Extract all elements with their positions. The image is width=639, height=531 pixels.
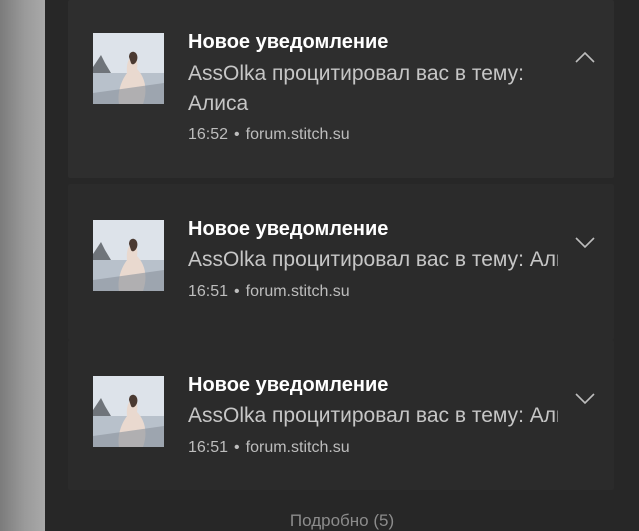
avatar-thumbnail [93,376,164,447]
chevron-down-icon[interactable] [575,392,595,405]
avatar-thumbnail [93,33,164,104]
notification-time: 16:51 [188,283,229,300]
notification-source: forum.stitch.su [245,283,350,300]
notification-meta: 16:52 • forum.stitch.su [188,126,350,144]
desktop-background [0,0,45,531]
notification-message: AssOlka процитировал вас в тему: Алиса [188,248,558,271]
more-notifications-link[interactable]: Подробно (5) [45,511,639,531]
separator-dot: • [234,126,240,143]
notification-source: forum.stitch.su [245,126,350,143]
notification-meta: 16:51 • forum.stitch.su [188,283,350,301]
notification-meta: 16:51 • forum.stitch.su [188,439,350,457]
separator-dot: • [234,439,240,456]
avatar-thumbnail [93,220,164,291]
notification-card[interactable]: Новое уведомление AssOlka процитировал в… [68,340,614,490]
notification-source: forum.stitch.su [245,439,350,456]
notification-title: Новое уведомление [188,31,389,53]
notification-card[interactable]: Новое уведомление AssOlka процитировал в… [68,184,614,340]
notification-time: 16:51 [188,439,229,456]
chevron-up-icon[interactable] [575,50,595,63]
chevron-down-icon[interactable] [575,236,595,249]
notification-message: AssOlka процитировал вас в тему: Алиса [188,62,524,115]
notification-time: 16:52 [188,126,229,143]
separator-dot: • [234,283,240,300]
notification-title: Новое уведомление [188,218,389,240]
notification-card[interactable]: Новое уведомление AssOlka процитировал в… [68,0,614,178]
notification-message: AssOlka процитировал вас в тему: Алиса [188,404,558,427]
notification-title: Новое уведомление [188,374,389,396]
